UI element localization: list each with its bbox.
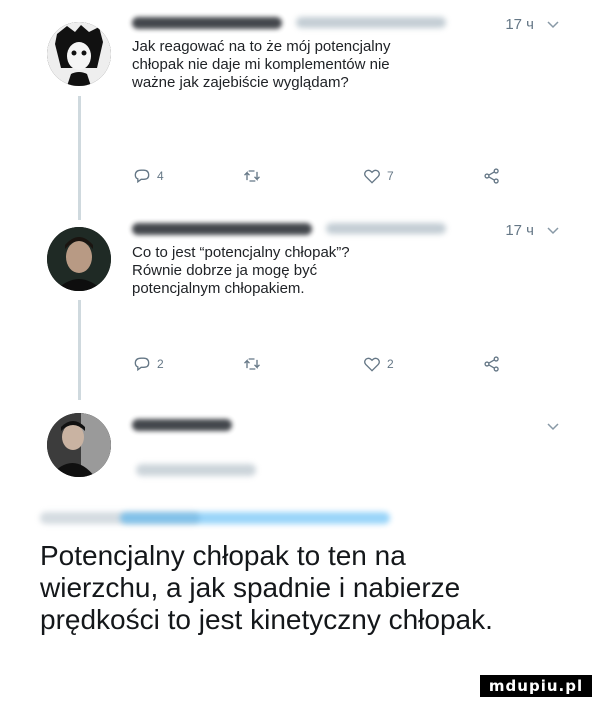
tweet[interactable]: 17 ч Co to jest “potencjalny chłopak”? R… bbox=[132, 220, 560, 298]
avatar[interactable] bbox=[47, 22, 111, 86]
tweet[interactable]: 17 ч Jak reagować na to że mój potencjal… bbox=[132, 14, 560, 92]
chevron-down-icon[interactable] bbox=[546, 223, 560, 237]
reply-icon bbox=[134, 169, 150, 184]
thread-line bbox=[78, 300, 81, 400]
author-name[interactable] bbox=[132, 16, 282, 29]
share-button[interactable] bbox=[482, 166, 502, 186]
replying-to-handles[interactable] bbox=[120, 512, 390, 524]
like-button[interactable]: 7 bbox=[362, 166, 394, 186]
like-count: 7 bbox=[387, 169, 394, 183]
tweet-header bbox=[132, 416, 560, 438]
tweet-actions: 4 7 bbox=[132, 166, 502, 190]
like-icon bbox=[364, 357, 380, 372]
tweet-main-text: Potencjalny chłopak to ten na wierzchu, … bbox=[40, 540, 493, 635]
reply-icon bbox=[134, 357, 150, 372]
reply-count: 4 bbox=[157, 169, 164, 183]
tweet-header: 17 ч bbox=[132, 14, 560, 36]
reply-button[interactable]: 2 bbox=[132, 354, 164, 374]
author-handle[interactable] bbox=[136, 464, 256, 476]
tweet-header: 17 ч bbox=[132, 220, 560, 242]
tweet-time[interactable]: 17 ч bbox=[505, 222, 534, 239]
avatar[interactable] bbox=[47, 227, 111, 291]
tweet-text: Jak reagować na to że mój potencjalny ch… bbox=[132, 38, 391, 91]
like-icon bbox=[364, 169, 380, 184]
retweet-icon bbox=[244, 358, 260, 370]
like-button[interactable]: 2 bbox=[362, 354, 394, 374]
tweet-actions: 2 2 bbox=[132, 354, 502, 378]
author-name[interactable] bbox=[132, 222, 312, 235]
author-handle[interactable] bbox=[296, 17, 447, 29]
share-button[interactable] bbox=[482, 354, 502, 374]
thread-line bbox=[78, 96, 81, 220]
tweet-time[interactable]: 17 ч bbox=[505, 16, 534, 33]
author-handle[interactable] bbox=[326, 223, 447, 235]
tweet[interactable] bbox=[132, 416, 560, 438]
watermark-logo: mdupiu.pl bbox=[480, 675, 592, 697]
author-name[interactable] bbox=[132, 418, 232, 431]
tweet-text: Co to jest “potencjalny chłopak”? Równie… bbox=[132, 244, 350, 297]
chevron-down-icon[interactable] bbox=[546, 17, 560, 31]
share-icon bbox=[484, 356, 499, 372]
chevron-down-icon[interactable] bbox=[546, 419, 560, 433]
reply-count: 2 bbox=[157, 357, 164, 371]
avatar[interactable] bbox=[47, 413, 111, 477]
share-icon bbox=[484, 168, 499, 184]
reply-button[interactable]: 4 bbox=[132, 166, 164, 186]
like-count: 2 bbox=[387, 357, 394, 371]
retweet-button[interactable] bbox=[242, 166, 262, 186]
retweet-icon bbox=[244, 170, 260, 182]
retweet-button[interactable] bbox=[242, 354, 262, 374]
